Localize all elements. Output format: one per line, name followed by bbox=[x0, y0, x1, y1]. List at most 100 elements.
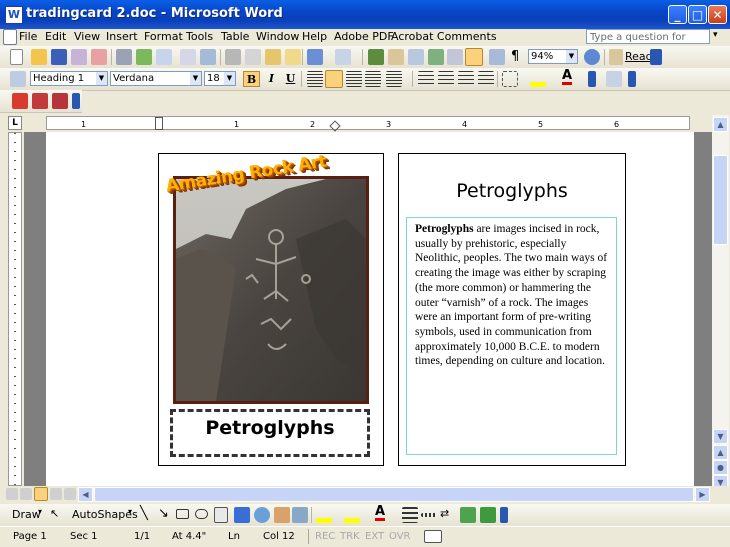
autoshapes-dropdown-icon[interactable]: ▾ bbox=[128, 507, 132, 516]
web-layout-icon[interactable] bbox=[20, 488, 32, 500]
permission-icon[interactable] bbox=[71, 49, 87, 65]
draw-font-color-icon[interactable]: A bbox=[375, 505, 386, 521]
vertical-ruler[interactable] bbox=[8, 132, 22, 486]
show-hide-icon[interactable]: ¶ bbox=[511, 49, 519, 64]
document-icon[interactable] bbox=[3, 29, 17, 45]
format-painter-icon[interactable] bbox=[285, 49, 301, 65]
undo-icon[interactable] bbox=[307, 49, 323, 65]
cut-icon[interactable] bbox=[225, 49, 241, 65]
font-size-select[interactable]: 18 ▼ bbox=[204, 71, 236, 86]
menu-window[interactable]: Window bbox=[256, 30, 299, 43]
columns-icon[interactable] bbox=[447, 49, 463, 65]
arrow-icon[interactable]: ↘ bbox=[158, 506, 169, 521]
tables-borders-icon[interactable] bbox=[388, 49, 404, 65]
insert-excel-icon[interactable] bbox=[428, 49, 444, 65]
normal-view-icon[interactable] bbox=[6, 488, 18, 500]
minimize-button[interactable]: _ bbox=[668, 5, 687, 24]
copy-icon[interactable] bbox=[245, 49, 261, 65]
status-trk[interactable]: TRK bbox=[340, 531, 360, 542]
formatting-options-icon[interactable] bbox=[588, 71, 596, 87]
drawing-icon[interactable] bbox=[465, 48, 483, 66]
3d-style-icon[interactable] bbox=[480, 507, 496, 523]
decrease-indent-icon[interactable] bbox=[458, 71, 474, 87]
scroll-right-icon[interactable]: ▶ bbox=[695, 487, 710, 502]
maximize-button[interactable]: □ bbox=[688, 5, 707, 24]
styles-icon[interactable] bbox=[10, 71, 26, 87]
zoom-select[interactable]: 94% ▼ bbox=[528, 49, 578, 64]
drawing-options-icon[interactable] bbox=[500, 507, 508, 523]
align-right-icon[interactable] bbox=[346, 71, 362, 87]
draw-dropdown-icon[interactable]: ▾ bbox=[38, 507, 42, 516]
menu-acrobat-comments[interactable]: Acrobat Comments bbox=[391, 30, 497, 43]
previous-page-icon[interactable]: ▲ bbox=[713, 445, 728, 460]
horizontal-scrollbar[interactable]: ◀ ▶ bbox=[78, 487, 710, 502]
menu-tools[interactable]: Tools bbox=[186, 30, 213, 43]
shadow-style-icon[interactable] bbox=[460, 507, 476, 523]
underline-button[interactable]: U bbox=[282, 71, 299, 87]
insert-picture-icon[interactable] bbox=[292, 507, 308, 523]
convert-email-pdf-icon[interactable] bbox=[32, 93, 48, 109]
menu-view[interactable]: View bbox=[74, 30, 100, 43]
h-scroll-thumb[interactable] bbox=[94, 487, 694, 502]
center-icon[interactable] bbox=[325, 70, 343, 88]
scroll-down-icon[interactable]: ▼ bbox=[713, 429, 728, 444]
trading-card-front[interactable]: Amazing Rock Art Petroglyphs bbox=[158, 151, 384, 466]
menu-help[interactable]: Help bbox=[302, 30, 327, 43]
scroll-left-icon[interactable]: ◀ bbox=[78, 487, 93, 502]
text-box-icon[interactable] bbox=[214, 507, 228, 523]
status-rec[interactable]: REC bbox=[315, 531, 335, 542]
diagram-icon[interactable] bbox=[254, 507, 270, 523]
bullets-icon[interactable] bbox=[438, 71, 454, 87]
vertical-scrollbar[interactable]: ▲ ▼ ▲ ● ▼ bbox=[712, 115, 729, 490]
status-ext[interactable]: EXT bbox=[365, 531, 384, 542]
new-document-icon[interactable] bbox=[10, 49, 23, 65]
numbering-icon[interactable] bbox=[418, 71, 434, 87]
hyperlink-icon[interactable] bbox=[368, 49, 384, 65]
menu-table[interactable]: Table bbox=[221, 30, 249, 43]
line-color-icon[interactable] bbox=[344, 507, 360, 523]
convert-review-pdf-icon[interactable] bbox=[52, 93, 68, 109]
right-indent-marker[interactable] bbox=[329, 120, 341, 132]
draw-menu[interactable]: Draw bbox=[12, 508, 41, 521]
read-icon[interactable] bbox=[609, 49, 623, 65]
research-icon[interactable] bbox=[136, 49, 152, 65]
spelling-icon[interactable] bbox=[180, 49, 196, 65]
trading-card-back[interactable]: Petroglyphs Petroglyphs are images incis… bbox=[398, 153, 626, 466]
description-textbox[interactable]: Petroglyphs are images incised in rock, … bbox=[406, 217, 617, 455]
pdf-options-icon[interactable] bbox=[72, 93, 80, 109]
email-icon[interactable] bbox=[91, 49, 107, 65]
font-select[interactable]: Verdana ▼ bbox=[110, 71, 202, 86]
increase-indent-icon[interactable] bbox=[478, 71, 494, 87]
menu-format[interactable]: Format bbox=[144, 30, 183, 43]
convert-to-pdf-icon[interactable] bbox=[12, 93, 28, 109]
status-ovr[interactable]: OVR bbox=[389, 531, 410, 542]
move-icon[interactable] bbox=[606, 71, 622, 87]
print-preview-icon[interactable] bbox=[156, 49, 172, 65]
bold-button[interactable]: B bbox=[243, 71, 260, 87]
horizontal-ruler[interactable]: L 1 1 2 3 4 5 6 bbox=[0, 115, 730, 132]
paste-icon[interactable] bbox=[265, 49, 281, 65]
save-icon[interactable] bbox=[51, 49, 67, 65]
italic-button[interactable]: I bbox=[263, 71, 280, 87]
font-color-icon[interactable]: A bbox=[562, 69, 573, 85]
highlight-icon[interactable] bbox=[530, 71, 546, 87]
menu-edit[interactable]: Edit bbox=[45, 30, 66, 43]
read-button[interactable]: Read bbox=[625, 50, 653, 63]
ruler-strip[interactable]: 1 1 2 3 4 5 6 bbox=[46, 116, 690, 132]
align-left-icon[interactable] bbox=[307, 71, 323, 87]
indent-marker[interactable] bbox=[155, 117, 163, 130]
select-objects-icon[interactable]: ↖ bbox=[50, 507, 62, 523]
insert-table-icon[interactable] bbox=[408, 49, 424, 65]
line-style-icon[interactable] bbox=[402, 507, 418, 523]
research-book-icon[interactable] bbox=[200, 49, 216, 65]
reading-layout-icon[interactable] bbox=[64, 488, 76, 500]
border-icon[interactable] bbox=[502, 71, 518, 87]
tab-selector[interactable]: L bbox=[8, 116, 22, 130]
line-icon[interactable]: ╲ bbox=[140, 506, 148, 521]
justify-icon[interactable] bbox=[365, 71, 381, 87]
menu-file[interactable]: File bbox=[19, 30, 37, 43]
redo-icon[interactable] bbox=[335, 49, 351, 65]
ask-dropdown-icon[interactable]: ▾ bbox=[713, 30, 718, 40]
clip-art-icon[interactable] bbox=[274, 507, 290, 523]
rectangle-icon[interactable] bbox=[176, 509, 189, 519]
